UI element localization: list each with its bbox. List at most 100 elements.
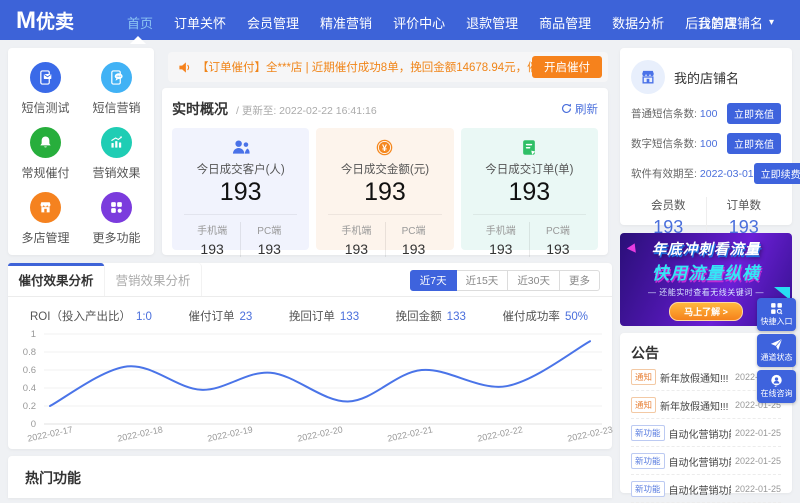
- tab-marketing-effect[interactable]: 营销效果分析: [105, 263, 202, 296]
- chevron-down-icon: ▾: [768, 17, 774, 28]
- promo-cta-button[interactable]: 马上了解 >: [669, 302, 743, 321]
- new-feature-badge: 新功能: [631, 453, 665, 469]
- y-axis-tick: 0.6: [22, 365, 36, 376]
- channel-status-icon: [770, 338, 783, 351]
- range-more-button[interactable]: 更多: [559, 270, 600, 291]
- nav-item-products[interactable]: 商品管理: [539, 13, 591, 32]
- quick-app-label: 常规催付: [21, 165, 70, 180]
- recharge-button[interactable]: 立即充值: [727, 103, 781, 124]
- channel-status-button[interactable]: 通道状态: [757, 334, 796, 367]
- quick-app-label: 短信测试: [21, 100, 70, 115]
- yuan-coin-icon: ¥: [316, 137, 453, 157]
- chart-icon: [101, 126, 132, 158]
- hot-features-panel: 热门功能: [8, 456, 612, 498]
- x-axis: 2022-02-17 2022-02-18 2022-02-19 2022-02-20…: [26, 424, 613, 447]
- nav-item-marketing[interactable]: 精准营销: [320, 13, 372, 32]
- top-navbar: M 优卖 首页 订单关怀 会员管理 精准营销 评价中心 退款管理 商品管理 数据…: [0, 0, 800, 44]
- quick-app-payment-reminder[interactable]: 常规催付: [10, 121, 81, 186]
- quick-entry-button[interactable]: 快捷入口: [757, 298, 796, 331]
- stat-card-title: 今日成交金额(元): [340, 164, 430, 176]
- stat-cards: 今日成交客户(人) 193 手机端 193 PC端 193 ¥ 今日成交金额(元) …: [172, 128, 598, 257]
- stat-card-orders: 今日成交订单(单) 193 手机端 193 PC端 193: [460, 128, 598, 257]
- nav-item-data-analysis[interactable]: 数据分析: [612, 13, 664, 32]
- sms-test-icon: [30, 61, 61, 93]
- stat-card-amount: ¥ 今日成交金额(元) 193 手机端 193 PC端 193: [316, 128, 454, 257]
- active-nav-pointer: [130, 36, 146, 44]
- stat-reminder-orders: 催付订单 23: [188, 311, 253, 323]
- range-30d-button[interactable]: 近30天: [507, 270, 560, 291]
- shop-avatar-icon: [631, 60, 665, 94]
- speaker-icon: [178, 61, 191, 74]
- notice-badge: 通知: [631, 369, 657, 385]
- logo-mark: M: [16, 7, 36, 34]
- y-axis-tick: 1: [30, 329, 36, 340]
- realtime-updated-at: / 更新至: 2022-02-22 16:41:16: [236, 105, 377, 117]
- quick-app-multi-store[interactable]: 多店管理: [10, 186, 81, 251]
- renew-button[interactable]: 立即续费: [753, 163, 800, 184]
- logo-text: 优卖: [36, 12, 75, 33]
- sms-balance-row: 普通短信条数: 100 立即充值: [631, 103, 781, 124]
- realtime-overview-panel: 实时概况 / 更新至: 2022-02-22 16:41:16 刷新 今日成交客…: [162, 88, 608, 257]
- quick-app-label: 更多功能: [92, 230, 141, 245]
- shop-card: 我的店铺名 普通短信条数: 100 立即充值 数字短信条数: 100 立即充值 …: [620, 48, 800, 238]
- stat-roi: ROI（投入产出比） 1:0: [30, 311, 152, 323]
- stat-card-value: 193: [364, 178, 406, 206]
- range-7d-button[interactable]: 近7天: [409, 270, 457, 291]
- promo-headline: 年底冲刺看流量: [651, 242, 761, 258]
- shop-stats: 会员数 193 订单数 193: [631, 197, 781, 238]
- order-doc-icon: [461, 137, 598, 157]
- stat-recovered-orders: 挽回订单 133: [288, 311, 360, 323]
- quick-app-more[interactable]: 更多功能: [81, 186, 152, 251]
- refresh-button[interactable]: 刷新: [561, 101, 598, 117]
- floating-toolbar: 快捷入口 通道状态 在线咨询: [757, 298, 796, 406]
- quick-entry-icon: [771, 303, 783, 315]
- announcement-item[interactable]: 新功能 自动化营销功能上线 2022-01-25: [631, 447, 781, 475]
- mobile-value: 193: [489, 241, 513, 257]
- hot-features-title: 热门功能: [25, 470, 81, 486]
- stat-card-breakdown: 手机端 193 PC端 193: [184, 214, 298, 257]
- quick-app-sms-test[interactable]: 短信测试: [10, 56, 81, 121]
- stat-card-title: 今日成交客户(人): [196, 164, 285, 176]
- order-count: 订单数 193: [705, 197, 782, 238]
- stat-card-customers: 今日成交客户(人) 193 手机端 193 PC端 193: [172, 128, 310, 257]
- stat-card-breakdown: 手机端 193 PC端 193: [472, 214, 586, 257]
- pc-value: 193: [401, 241, 426, 257]
- quick-app-label: 多店管理: [21, 230, 70, 245]
- online-service-button[interactable]: 在线咨询: [757, 370, 796, 403]
- quick-apps-panel: 短信测试 短信营销 常规催付 营销效果 多店管理 更多功能: [8, 48, 154, 255]
- quick-app-sms-marketing[interactable]: 短信营销: [81, 56, 152, 121]
- stat-card-breakdown: 手机端 193 PC端 193: [328, 214, 442, 257]
- chart-plot-area: [44, 333, 602, 425]
- order-reminder-notice-bar: 【订单催付】全***店 | 近期催付成功8单，挽回金额14678.94元，催付成…: [168, 52, 608, 82]
- y-axis-tick: 0: [30, 419, 36, 430]
- announcement-item[interactable]: 新功能 自动化营销功能上线 2022-01-25: [631, 419, 781, 447]
- stat-card-value: 193: [508, 178, 551, 206]
- announcement-item[interactable]: 新功能 自动化营销功能上线 2022-01-25: [631, 475, 781, 503]
- y-axis-tick: 0.8: [22, 347, 36, 358]
- account-menu[interactable]: 我的店铺名 ▾: [698, 13, 774, 32]
- users-icon: [172, 137, 309, 157]
- nav-item-refunds[interactable]: 退款管理: [466, 13, 518, 32]
- recharge-button[interactable]: 立即充值: [727, 133, 781, 154]
- nav-item-home[interactable]: 首页: [127, 13, 153, 32]
- quick-app-label: 短信营销: [92, 100, 141, 115]
- app-logo[interactable]: M 优卖: [16, 7, 74, 34]
- realtime-title: 实时概况: [172, 101, 228, 117]
- notice-text: 【订单催付】全***店 | 近期催付成功8单，挽回金额14678.94元，催付成…: [197, 62, 532, 74]
- range-15d-button[interactable]: 近15天: [455, 270, 509, 291]
- nav-item-members[interactable]: 会员管理: [247, 13, 299, 32]
- start-reminder-button[interactable]: 开启催付: [532, 56, 602, 78]
- new-feature-badge: 新功能: [631, 481, 665, 497]
- stat-card-value: 193: [219, 178, 262, 206]
- mobile-value: 193: [200, 241, 224, 257]
- online-service-icon: [771, 374, 782, 387]
- nav-item-reviews[interactable]: 评价中心: [393, 13, 445, 32]
- y-axis-tick: 0.4: [22, 383, 36, 394]
- quick-app-marketing-effect[interactable]: 营销效果: [81, 121, 152, 186]
- nav-item-order-care[interactable]: 订单关怀: [174, 13, 226, 32]
- analysis-tabbar: 催付效果分析 营销效果分析 近7天 近15天 近30天 更多: [8, 263, 612, 297]
- store-icon: [30, 191, 61, 223]
- tab-reminder-effect[interactable]: 催付效果分析: [8, 263, 105, 296]
- analysis-stats-row: ROI（投入产出比） 1:0 催付订单 23 挽回订单 133 挽回金额 133 催付成…: [8, 297, 612, 324]
- promo-subheadline: 快用流量纵横: [652, 264, 760, 283]
